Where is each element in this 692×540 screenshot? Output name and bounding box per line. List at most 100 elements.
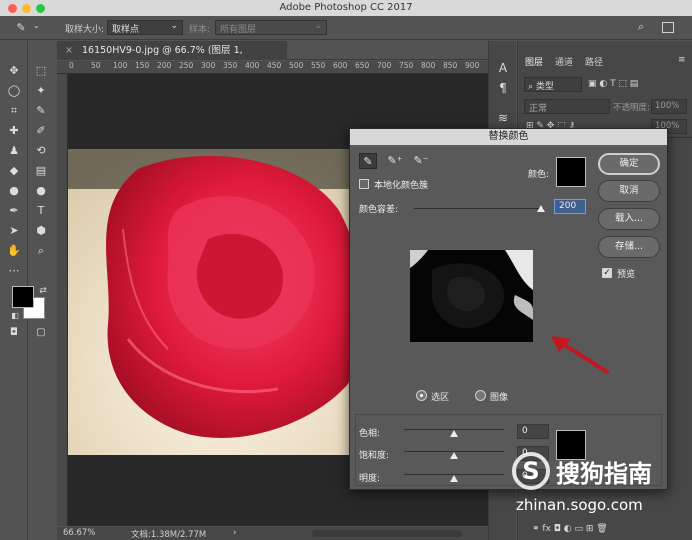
hue-slider-thumb[interactable] [450, 430, 458, 437]
saturation-slider-thumb[interactable] [450, 452, 458, 459]
character-panel-icon[interactable]: A [496, 61, 510, 75]
close-tab-icon[interactable]: × [65, 45, 73, 56]
load-button[interactable]: 载入... [598, 208, 660, 230]
annotation-arrow [551, 336, 609, 374]
hue-label: 色相: [359, 429, 381, 439]
ok-button[interactable]: 确定 [598, 153, 660, 175]
zoom-tool-icon[interactable]: ⌕ [34, 244, 48, 258]
document-tab[interactable]: × 16150HV9-0.jpg @ 66.7% (图层 1, RGB/8#) … [57, 41, 287, 75]
opacity-field[interactable]: 100% [651, 99, 687, 114]
workspace-switcher-icon[interactable] [662, 22, 674, 33]
preview-checkbox[interactable]: ✓ [602, 268, 612, 278]
healing-brush-tool-icon[interactable]: ✚ [7, 124, 21, 138]
layer-actions-icons[interactable]: ⚭ fx ◘ ◐ ▭ ⊞ 🗑 [532, 524, 608, 534]
close-window-button[interactable] [8, 4, 17, 13]
ruler-tick-label: 800 [421, 61, 436, 70]
quick-mask-icon[interactable]: ◘ [7, 326, 21, 340]
magic-wand-tool-icon[interactable]: ✦ [34, 84, 48, 98]
ruler-tick-label: 850 [443, 61, 458, 70]
paragraph-panel-icon[interactable]: ¶ [496, 81, 510, 95]
localized-clusters-label: 本地化颜色簇 [374, 181, 429, 191]
ruler-tick-label: 100 [113, 61, 128, 70]
sample-label: 样本: [189, 25, 211, 35]
default-colors-icon[interactable]: ◧ [8, 309, 22, 323]
ruler-tick-label: 50 [91, 61, 101, 70]
ruler-tick-label: 200 [157, 61, 172, 70]
zoom-level[interactable]: 66.67% [63, 528, 95, 538]
blur-tool-icon[interactable]: ● [7, 184, 21, 198]
tab-paths[interactable]: 路径 [585, 55, 603, 68]
clone-stamp-tool-icon[interactable]: ♟ [7, 144, 21, 158]
minimize-window-button[interactable] [22, 4, 31, 13]
marquee-tool-icon[interactable]: ⬚ [34, 64, 48, 78]
ruler-tick-label: 700 [377, 61, 392, 70]
screen-mode-icon[interactable]: ▢ [34, 326, 48, 340]
tab-channels[interactable]: 通道 [555, 55, 573, 68]
eyedropper-plus-icon[interactable]: ✎⁺ [386, 153, 404, 169]
foreground-color-swatch[interactable] [12, 286, 34, 308]
blend-mode-select[interactable]: 正常 [524, 99, 610, 114]
ruler-tick-label: 450 [267, 61, 282, 70]
ruler-tick-label: 750 [399, 61, 414, 70]
fuzziness-slider-track[interactable] [414, 208, 544, 209]
lightness-slider-thumb[interactable] [450, 475, 458, 482]
color-swatch[interactable] [556, 157, 586, 187]
tab-layers[interactable]: 图层 [525, 55, 543, 68]
crop-tool-icon[interactable]: ⌗ [7, 104, 21, 118]
ruler-tick-label: 500 [289, 61, 304, 70]
horizontal-scrollbar[interactable] [312, 530, 462, 537]
sogou-logo-icon: S [512, 452, 550, 490]
eyedropper-tool-icon[interactable]: ✎ [34, 104, 48, 118]
lightness-label: 明度: [359, 474, 381, 484]
sample-size-value: 取样点 [112, 25, 140, 35]
more-tools-icon[interactable]: ⋯ [7, 264, 21, 278]
status-menu-chevron-icon[interactable]: › [233, 528, 236, 538]
pen-tool-icon[interactable]: ✒ [7, 204, 21, 218]
layers-stack-icon[interactable]: ≋ [496, 111, 510, 125]
gradient-tool-icon[interactable]: ▤ [34, 164, 48, 178]
shape-tool-icon[interactable]: ⬢ [34, 224, 48, 238]
preset-chevron-down-icon[interactable]: ⌄ [33, 21, 40, 30]
zoom-window-button[interactable] [36, 4, 45, 13]
localized-clusters-checkbox[interactable] [359, 179, 369, 189]
search-icon[interactable]: ⌕ [638, 20, 644, 34]
fuzziness-field[interactable]: 200 [554, 199, 586, 214]
type-tool-icon[interactable]: T [34, 204, 48, 218]
eyedropper-minus-icon[interactable]: ✎⁻ [412, 153, 430, 169]
dodge-tool-icon[interactable]: ● [34, 184, 48, 198]
path-selection-tool-icon[interactable]: ➤ [7, 224, 21, 238]
fuzziness-slider-thumb[interactable] [537, 205, 545, 212]
move-tool-icon[interactable]: ✥ [7, 64, 21, 78]
hue-value: 0 [522, 426, 528, 436]
sample-size-select[interactable]: 取样点 ⌄ [107, 20, 183, 35]
cancel-button[interactable]: 取消 [598, 180, 660, 202]
saturation-label: 饱和度: [359, 451, 390, 461]
ruler-tick-label: 150 [135, 61, 150, 70]
watermark-url: zhinan.sogo.com [516, 496, 643, 514]
filter-kind-select[interactable]: ⌕ 类型 [524, 77, 582, 92]
sample-value: 所有图层 [220, 25, 257, 35]
hue-field[interactable]: 0 [517, 424, 549, 439]
fuzziness-value: 200 [559, 201, 577, 211]
lasso-tool-icon[interactable]: ◯ [7, 84, 21, 98]
horizontal-ruler: 0 50 100 150 200 250 300 350 400 450 500 550 600 650 7… [57, 61, 488, 74]
sample-select[interactable]: 所有图层 ⌄ [215, 20, 327, 35]
brush-tool-icon[interactable]: ✐ [34, 124, 48, 138]
opacity-label: 不透明度: [613, 103, 650, 113]
history-brush-tool-icon[interactable]: ⟲ [34, 144, 48, 158]
rose-photo [68, 149, 368, 455]
opacity-value: 100% [655, 101, 680, 111]
hand-tool-icon[interactable]: ✋ [7, 244, 21, 258]
panel-menu-icon[interactable]: ≡ [678, 55, 686, 65]
swap-colors-icon[interactable]: ⇄ [36, 284, 50, 298]
replace-color-dialog: 替换颜色 ✎ ✎⁺ ✎⁻ 本地化颜色簇 颜色: 颜色容差: 200 确定 取消 … [349, 128, 668, 490]
image-radio[interactable] [475, 390, 486, 401]
ruler-tick-label: 400 [245, 61, 260, 70]
ruler-tick-label: 650 [355, 61, 370, 70]
eraser-tool-icon[interactable]: ◆ [7, 164, 21, 178]
eyedropper-tool-preset-icon[interactable]: ✎ [14, 21, 28, 35]
layer-filter-icons[interactable]: ▣ ◐ T ⬚ ▤ [588, 79, 638, 89]
eyedropper-icon[interactable]: ✎ [359, 153, 377, 169]
save-button[interactable]: 存储... [598, 236, 660, 258]
selection-radio[interactable] [416, 390, 427, 401]
